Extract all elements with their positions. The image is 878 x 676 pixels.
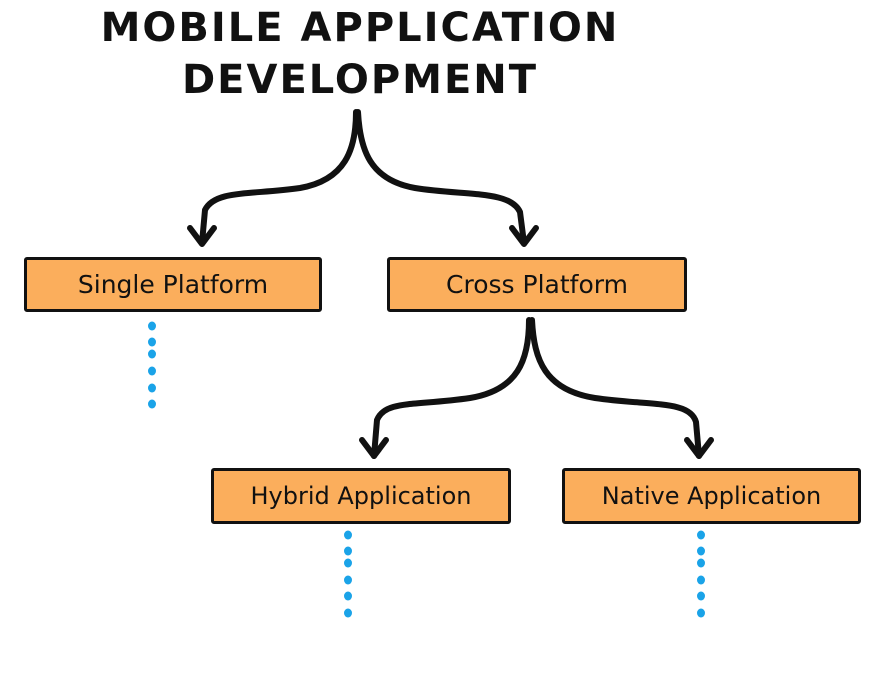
dot xyxy=(344,591,352,601)
dots-hybrid-application xyxy=(344,530,352,618)
arrow-to-native-application xyxy=(529,317,702,459)
dot xyxy=(697,530,705,540)
node-cross-platform: Cross Platform xyxy=(387,257,687,312)
dot xyxy=(344,530,352,540)
dot xyxy=(344,608,352,618)
dot xyxy=(148,337,156,347)
dot xyxy=(344,546,352,556)
node-label: Cross Platform xyxy=(446,270,628,299)
dot xyxy=(344,575,352,585)
connectors xyxy=(148,109,714,618)
dot xyxy=(148,321,156,331)
dot xyxy=(697,558,705,568)
dot xyxy=(697,591,705,601)
node-label: Hybrid Application xyxy=(250,482,472,510)
dot xyxy=(148,399,156,409)
arrow-to-single-platform xyxy=(199,109,359,246)
node-label: Native Application xyxy=(601,482,822,510)
dot xyxy=(697,546,705,556)
node-label: Single Platform xyxy=(77,270,269,299)
node-hybrid-application: Hybrid Application xyxy=(211,468,511,524)
arrow-to-cross-platform xyxy=(355,109,527,246)
dot xyxy=(344,558,352,568)
arrow-to-hybrid-application xyxy=(371,317,532,459)
dot xyxy=(697,575,705,585)
dots-single-platform xyxy=(148,321,156,409)
node-native-application: Native Application xyxy=(562,468,861,524)
dots-native-application xyxy=(697,530,705,618)
dot xyxy=(148,349,156,359)
dot xyxy=(148,383,156,393)
dot xyxy=(148,366,156,376)
dot xyxy=(697,608,705,618)
node-single-platform: Single Platform xyxy=(24,257,322,312)
